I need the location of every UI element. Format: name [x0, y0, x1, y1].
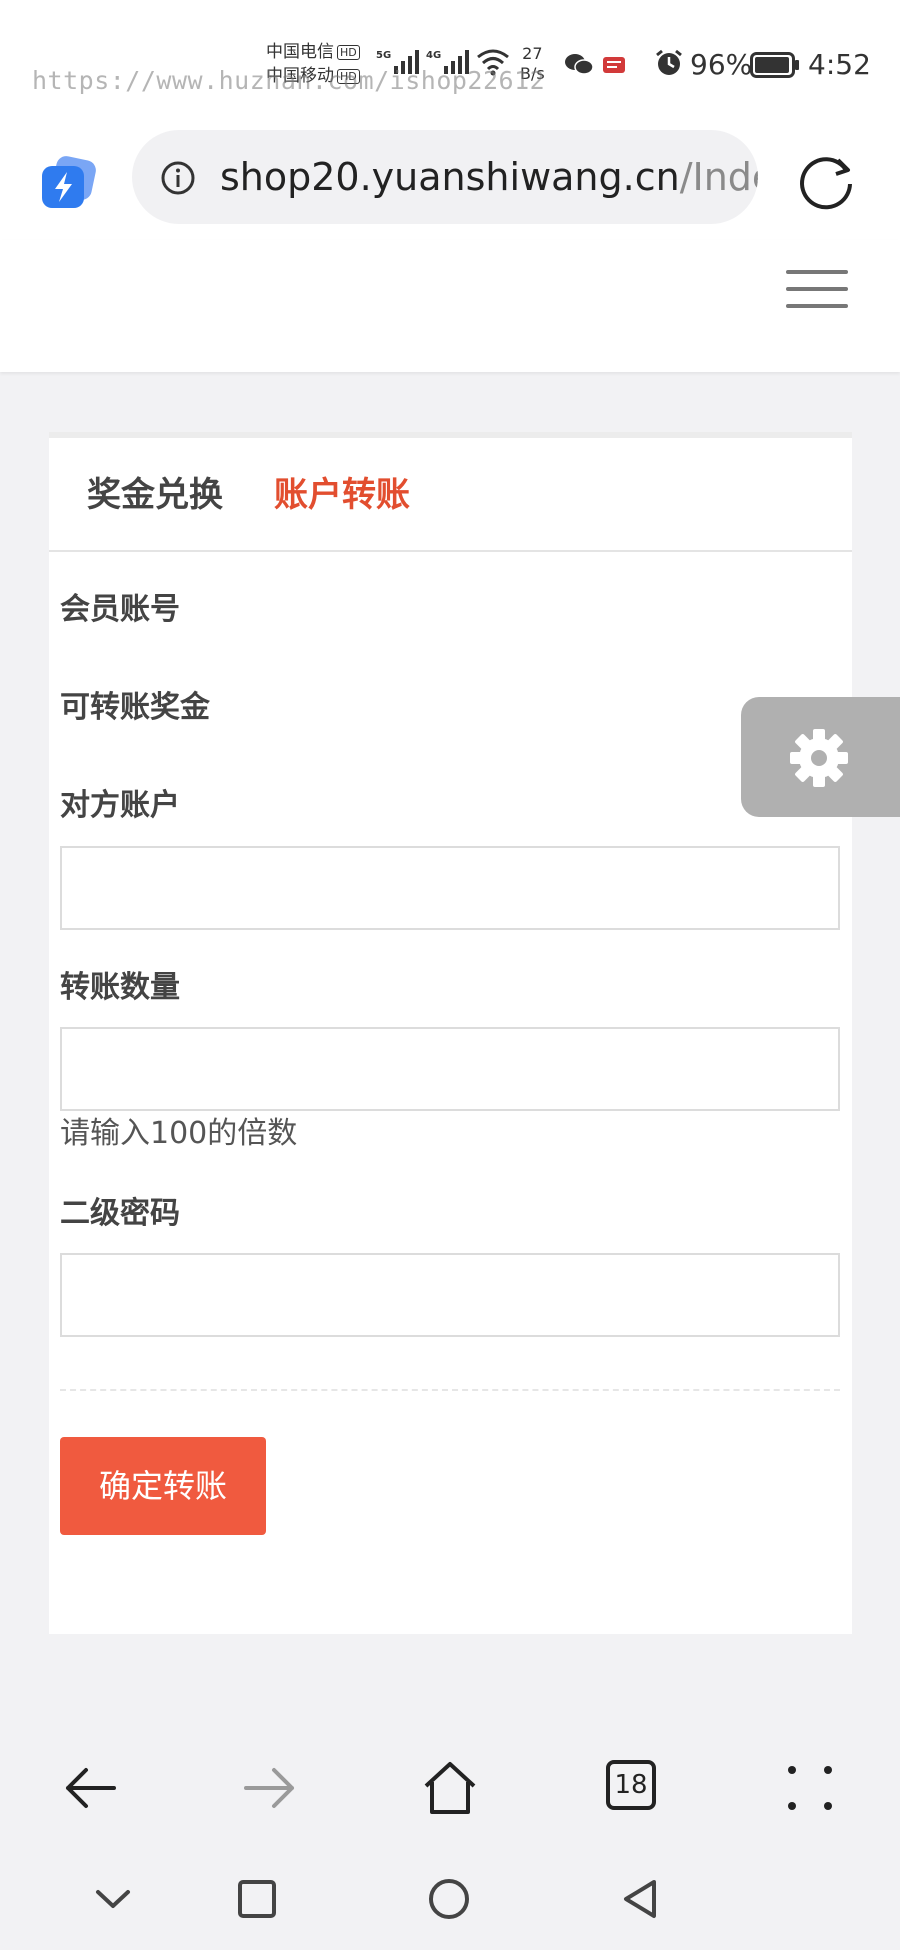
tab-count[interactable]: 18: [606, 1760, 656, 1810]
back-arrow-icon[interactable]: [60, 1758, 120, 1818]
secondary-password-label: 二级密码: [60, 1196, 180, 1231]
browser-bar: shop20.yuanshiwang.cn/Index: [0, 120, 900, 240]
signal-1-gen: 5G: [376, 50, 392, 61]
hamburger-menu-icon[interactable]: [786, 270, 848, 310]
transfer-amount-label: 转账数量: [60, 970, 180, 1005]
hd-badge: HD: [337, 45, 360, 60]
target-account-input[interactable]: [60, 846, 840, 930]
status-bar: 中国电信 HD 中国移动 HD 5G 4G 27 B/s 96% 4:52 ht…: [0, 0, 900, 120]
home-circle-icon[interactable]: [424, 1874, 474, 1924]
lightning-bolt-icon[interactable]: [40, 156, 98, 210]
transferable-bonus-label: 可转账奖金: [60, 690, 210, 725]
url-bar[interactable]: shop20.yuanshiwang.cn/Index: [132, 130, 758, 224]
alarm-icon: [656, 49, 682, 75]
watermark: https://www.huzhan.com/ishop22612: [32, 66, 546, 95]
signal-2-gen: 4G: [426, 50, 442, 61]
clock: 4:52: [808, 48, 871, 81]
system-nav-bar: [0, 1852, 900, 1950]
transfer-card: 奖金兑换 账户转账 会员账号 可转账奖金 对方账户 转账数量 请输入100的倍数…: [49, 432, 852, 1634]
confirm-transfer-button[interactable]: 确定转账: [60, 1437, 266, 1535]
form-divider: [60, 1389, 840, 1391]
member-account-label: 会员账号: [60, 592, 180, 627]
site-header: [0, 240, 900, 372]
gear-icon: [790, 729, 848, 787]
more-dots-icon[interactable]: [780, 1758, 840, 1818]
transfer-amount-hint: 请输入100的倍数: [60, 1116, 298, 1151]
browser-toolbar: 18: [0, 1722, 900, 1852]
wechat-icon: [565, 54, 594, 75]
tab-bonus-exchange[interactable]: 奖金兑换: [87, 470, 223, 520]
forward-arrow-icon[interactable]: [240, 1758, 300, 1818]
reload-icon[interactable]: [798, 150, 858, 210]
tab-account-transfer[interactable]: 账户转账: [274, 470, 410, 520]
url-text[interactable]: shop20.yuanshiwang.cn/Index: [220, 152, 758, 202]
info-circle-icon[interactable]: [160, 160, 196, 196]
url-domain: shop20.yuanshiwang.cn: [220, 155, 680, 199]
recent-apps-icon[interactable]: [232, 1874, 282, 1924]
url-path: /Index: [679, 155, 758, 199]
screen: 中国电信 HD 中国移动 HD 5G 4G 27 B/s 96% 4:52 ht…: [0, 0, 900, 1950]
transfer-amount-input[interactable]: [60, 1027, 840, 1111]
secondary-password-input[interactable]: [60, 1253, 840, 1337]
carrier-1-label: 中国电信: [266, 42, 334, 62]
floating-settings-button[interactable]: [741, 697, 900, 817]
target-account-label: 对方账户: [60, 788, 180, 823]
app-notification-icon: [603, 57, 625, 73]
home-icon[interactable]: [420, 1758, 480, 1818]
battery-percent: 96%: [690, 48, 753, 81]
tab-bar: 奖金兑换 账户转账: [49, 438, 852, 552]
chevron-down-icon[interactable]: [88, 1874, 138, 1924]
battery-icon: [750, 52, 799, 78]
back-triangle-icon[interactable]: [616, 1874, 666, 1924]
